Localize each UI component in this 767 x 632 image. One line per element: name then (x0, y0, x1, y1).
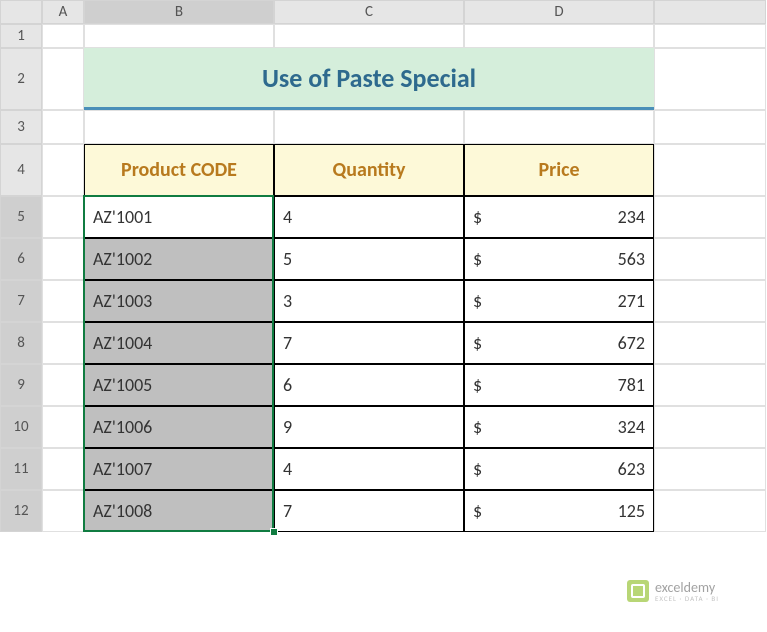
price-value: 672 (618, 332, 645, 354)
currency-symbol: $ (473, 458, 482, 480)
cell-e7[interactable] (654, 280, 766, 322)
cell-b9[interactable]: AZ'1005 (84, 364, 274, 406)
cell-a6[interactable] (42, 238, 84, 280)
currency-symbol: $ (473, 206, 482, 228)
cell-c9[interactable]: 6 (274, 364, 464, 406)
col-header-c[interactable]: C (274, 0, 464, 24)
spreadsheet-grid[interactable]: A B C D 1 2 Use of Paste Special 3 4 Pro… (0, 0, 767, 532)
row-header-6[interactable]: 6 (0, 238, 42, 280)
currency-symbol: $ (473, 416, 482, 438)
watermark-tag: EXCEL · DATA · BI (655, 595, 719, 602)
cell-c8[interactable]: 7 (274, 322, 464, 364)
row-header-5[interactable]: 5 (0, 196, 42, 238)
price-value: 781 (618, 374, 645, 396)
cell-b5[interactable]: AZ'1001 (84, 196, 274, 238)
cell-a4[interactable] (42, 144, 84, 196)
col-header-a[interactable]: A (42, 0, 84, 24)
row-header-2[interactable]: 2 (0, 48, 42, 110)
cell-c12[interactable]: 7 (274, 490, 464, 532)
cell-e9[interactable] (654, 364, 766, 406)
row-header-10[interactable]: 10 (0, 406, 42, 448)
row-header-3[interactable]: 3 (0, 110, 42, 144)
cell-b8[interactable]: AZ'1004 (84, 322, 274, 364)
cell-a1[interactable] (42, 24, 84, 48)
currency-symbol: $ (473, 374, 482, 396)
select-all-corner[interactable] (0, 0, 42, 24)
col-header-d[interactable]: D (464, 0, 654, 24)
currency-symbol: $ (473, 290, 482, 312)
watermark-logo-icon (627, 580, 649, 602)
row-header-12[interactable]: 12 (0, 490, 42, 532)
row-header-9[interactable]: 9 (0, 364, 42, 406)
table-header-price[interactable]: Price (464, 144, 654, 196)
cell-e3[interactable] (654, 110, 766, 144)
cell-a2[interactable] (42, 48, 84, 110)
price-value: 234 (618, 206, 645, 228)
currency-symbol: $ (473, 500, 482, 522)
cell-a9[interactable] (42, 364, 84, 406)
cell-b6[interactable]: AZ'1002 (84, 238, 274, 280)
cell-c7[interactable]: 3 (274, 280, 464, 322)
cell-b10[interactable]: AZ'1006 (84, 406, 274, 448)
cell-e8[interactable] (654, 322, 766, 364)
cell-c11[interactable]: 4 (274, 448, 464, 490)
cell-a7[interactable] (42, 280, 84, 322)
price-value: 324 (618, 416, 645, 438)
cell-b11[interactable]: AZ'1007 (84, 448, 274, 490)
cell-d8[interactable]: $672 (464, 322, 654, 364)
cell-a10[interactable] (42, 406, 84, 448)
cell-d3[interactable] (464, 110, 654, 144)
price-value: 125 (618, 500, 645, 522)
cell-c10[interactable]: 9 (274, 406, 464, 448)
cell-d5[interactable]: $234 (464, 196, 654, 238)
cell-c1[interactable] (274, 24, 464, 48)
cell-a3[interactable] (42, 110, 84, 144)
row-header-8[interactable]: 8 (0, 322, 42, 364)
cell-b7[interactable]: AZ'1003 (84, 280, 274, 322)
cell-d12[interactable]: $125 (464, 490, 654, 532)
price-value: 563 (618, 248, 645, 270)
cell-d1[interactable] (464, 24, 654, 48)
row-header-1[interactable]: 1 (0, 24, 42, 48)
row-header-11[interactable]: 11 (0, 448, 42, 490)
col-header-b[interactable]: B (84, 0, 274, 24)
cell-d6[interactable]: $563 (464, 238, 654, 280)
cell-c6[interactable]: 5 (274, 238, 464, 280)
table-header-qty[interactable]: Quantity (274, 144, 464, 196)
cell-c5[interactable]: 4 (274, 196, 464, 238)
row-header-4[interactable]: 4 (0, 144, 42, 196)
cell-a12[interactable] (42, 490, 84, 532)
watermark: exceldemy EXCEL · DATA · BI (627, 580, 719, 602)
currency-symbol: $ (473, 332, 482, 354)
cell-e6[interactable] (654, 238, 766, 280)
watermark-name: exceldemy (655, 581, 719, 595)
price-value: 623 (618, 458, 645, 480)
cell-e1[interactable] (654, 24, 766, 48)
cell-e12[interactable] (654, 490, 766, 532)
cell-d9[interactable]: $781 (464, 364, 654, 406)
row-header-7[interactable]: 7 (0, 280, 42, 322)
cell-c3[interactable] (274, 110, 464, 144)
currency-symbol: $ (473, 248, 482, 270)
cell-e2[interactable] (654, 48, 766, 110)
cell-b12[interactable]: AZ'1008 (84, 490, 274, 532)
cell-b3[interactable] (84, 110, 274, 144)
cell-a8[interactable] (42, 322, 84, 364)
price-value: 271 (618, 290, 645, 312)
title-cell[interactable]: Use of Paste Special (84, 48, 654, 110)
table-header-code[interactable]: Product CODE (84, 144, 274, 196)
cell-d10[interactable]: $324 (464, 406, 654, 448)
cell-e5[interactable] (654, 196, 766, 238)
cell-e10[interactable] (654, 406, 766, 448)
cell-d7[interactable]: $271 (464, 280, 654, 322)
col-header-extra[interactable] (654, 0, 766, 24)
cell-a5[interactable] (42, 196, 84, 238)
cell-d11[interactable]: $623 (464, 448, 654, 490)
cell-b1[interactable] (84, 24, 274, 48)
cell-e4[interactable] (654, 144, 766, 196)
cell-a11[interactable] (42, 448, 84, 490)
cell-e11[interactable] (654, 448, 766, 490)
